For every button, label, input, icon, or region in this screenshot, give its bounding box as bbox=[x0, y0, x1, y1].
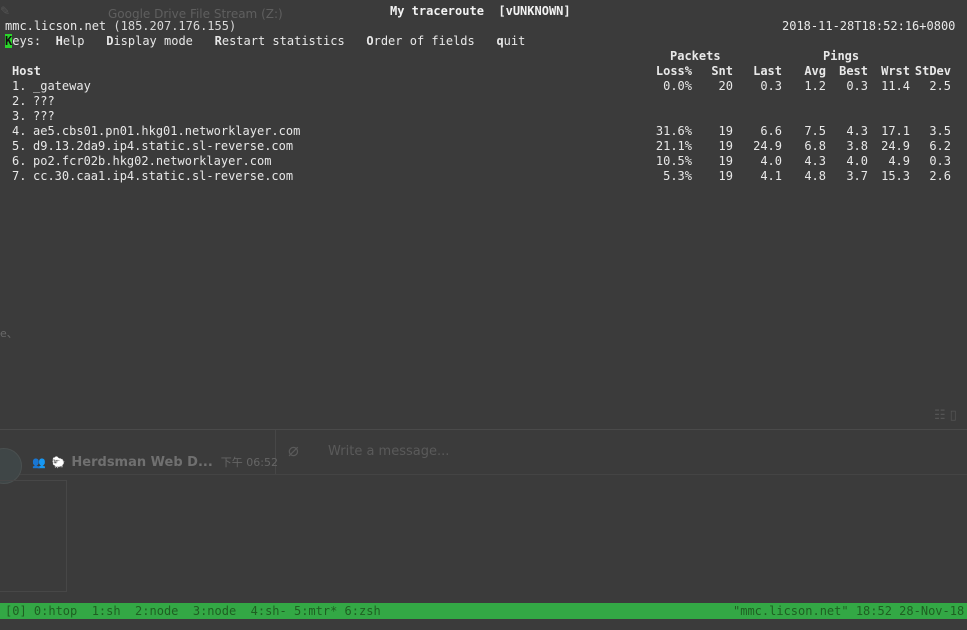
hop-number: 7. bbox=[12, 169, 27, 183]
hop-last: 6.6 bbox=[760, 124, 782, 138]
hop-best: 0.3 bbox=[846, 79, 868, 93]
hop-wrst: 4.9 bbox=[888, 154, 910, 168]
hop-host: _gateway bbox=[33, 79, 91, 93]
hop-snt: 19 bbox=[718, 154, 733, 168]
table-row: 2. ??? bbox=[0, 94, 967, 109]
paperclip-icon: ⌀ bbox=[288, 440, 299, 461]
keys-menu: Keys: Help Display mode Restart statisti… bbox=[5, 34, 525, 49]
hop-best: 4.0 bbox=[846, 154, 868, 168]
col-host: Host bbox=[12, 64, 41, 78]
keys-label: eys: bbox=[12, 34, 42, 48]
hop-loss: 0.0% bbox=[663, 79, 692, 93]
hop-wrst: 11.4 bbox=[881, 79, 910, 93]
background-divider-2 bbox=[0, 474, 967, 475]
menu-order-of-fields[interactable]: Order of fields bbox=[366, 34, 474, 48]
hop-wrst: 17.1 bbox=[881, 124, 910, 138]
hop-host: ae5.cbs01.pn01.hkg01.networklayer.com bbox=[33, 124, 301, 138]
hop-avg: 6.8 bbox=[804, 139, 826, 153]
col-wrst: Wrst bbox=[881, 64, 910, 78]
col-best: Best bbox=[839, 64, 868, 78]
col-stdev: StDev bbox=[914, 64, 951, 78]
hop-number: 6. bbox=[12, 154, 27, 168]
hop-stdev: 6.2 bbox=[929, 139, 951, 153]
menu-display-mode[interactable]: Display mode bbox=[106, 34, 193, 48]
hop-snt: 19 bbox=[718, 139, 733, 153]
message-input-placeholder: Write a message... bbox=[328, 444, 450, 459]
hop-best: 3.7 bbox=[846, 169, 868, 183]
hop-last: 0.3 bbox=[760, 79, 782, 93]
hop-stdev: 2.6 bbox=[929, 169, 951, 183]
hop-number: 3. bbox=[12, 109, 27, 123]
packets-header: Packets bbox=[670, 49, 721, 63]
pings-header: Pings bbox=[823, 49, 860, 63]
hop-loss: 31.6% bbox=[655, 124, 692, 138]
hop-wrst: 15.3 bbox=[881, 169, 910, 183]
table-row: 3. ??? bbox=[0, 109, 967, 124]
hop-number: 1. bbox=[12, 79, 27, 93]
target-host-line: mmc.licson.net (185.207.176.155) bbox=[5, 19, 236, 34]
target-ip: (185.207.176.155) bbox=[113, 19, 237, 33]
hop-best: 3.8 bbox=[846, 139, 868, 153]
col-snt: Snt bbox=[711, 64, 733, 78]
hop-snt: 19 bbox=[718, 124, 733, 138]
hop-stdev: 3.5 bbox=[929, 124, 951, 138]
hop-avg: 4.3 bbox=[804, 154, 826, 168]
hop-avg: 7.5 bbox=[804, 124, 826, 138]
hop-avg: 4.8 bbox=[804, 169, 826, 183]
hop-wrst: 24.9 bbox=[881, 139, 910, 153]
tmux-status-right: "mmc.licson.net" 18:52 28-Nov-18 bbox=[733, 604, 965, 618]
hop-best: 4.3 bbox=[846, 124, 868, 138]
chat-name: Herdsman Web D... bbox=[71, 455, 213, 470]
pin-icon: ✎ bbox=[0, 4, 11, 18]
hop-last: 4.0 bbox=[760, 154, 782, 168]
table-row: 4. ae5.cbs01.pn01.hkg01.networklayer.com… bbox=[0, 124, 967, 139]
terminal-window: ✎ Google Drive File Stream (Z:) e、 ☷▯ 👥 🐑… bbox=[0, 0, 967, 630]
background-panel bbox=[0, 480, 67, 592]
hop-host: ??? bbox=[33, 94, 55, 108]
hop-host: d9.13.2da9.ip4.static.sl-reverse.com bbox=[33, 139, 294, 153]
hop-number: 2. bbox=[12, 94, 27, 108]
hop-loss: 10.5% bbox=[655, 154, 692, 168]
col-loss: Loss% bbox=[655, 64, 692, 78]
hop-loss: 5.3% bbox=[663, 169, 692, 183]
group-icon: 👥 bbox=[32, 456, 46, 469]
target-host: mmc.licson.net bbox=[5, 19, 107, 33]
hop-number: 4. bbox=[12, 124, 27, 138]
background-divider bbox=[0, 429, 967, 430]
hop-snt: 20 bbox=[718, 79, 733, 93]
menu-quit[interactable]: quit bbox=[496, 34, 525, 48]
mtr-title: My traceroute [vUNKNOWN] bbox=[390, 4, 571, 18]
avatar bbox=[0, 448, 22, 484]
hop-last: 4.1 bbox=[760, 169, 782, 183]
menu-help[interactable]: Help bbox=[56, 34, 85, 48]
timestamp: 2018-11-28T18:52:16+0800 bbox=[782, 19, 956, 33]
table-row: 5. d9.13.2da9.ip4.static.sl-reverse.com … bbox=[0, 139, 967, 154]
table-row: 7. cc.30.caa1.ip4.static.sl-reverse.com … bbox=[0, 169, 967, 184]
background-text-fragment: e、 bbox=[0, 327, 18, 340]
hop-snt: 19 bbox=[718, 169, 733, 183]
table-row: 6. po2.fcr02b.hkg02.networklayer.com 10.… bbox=[0, 154, 967, 169]
view-toggle-icons: ☷▯ bbox=[934, 408, 961, 423]
group-header-row: Packets Pings bbox=[0, 49, 967, 64]
hop-avg: 1.2 bbox=[804, 79, 826, 93]
hop-last: 24.9 bbox=[753, 139, 782, 153]
table-row: 1. _gateway 0.0% 20 0.3 1.2 0.3 11.4 2.5 bbox=[0, 79, 967, 94]
tmux-window-list[interactable]: [0] 0:htop 1:sh 2:node 3:node 4:sh- 5:mt… bbox=[5, 604, 381, 619]
col-avg: Avg bbox=[804, 64, 826, 78]
hop-host: cc.30.caa1.ip4.static.sl-reverse.com bbox=[33, 169, 294, 183]
hop-loss: 21.1% bbox=[655, 139, 692, 153]
sheep-icon: 🐑 bbox=[51, 456, 66, 469]
col-last: Last bbox=[753, 64, 782, 78]
chat-time: 下午 06:52 bbox=[220, 456, 278, 469]
hop-stdev: 0.3 bbox=[929, 154, 951, 168]
column-header-row: Host Loss% Snt Last Avg Best Wrst StDev bbox=[0, 64, 967, 79]
background-chat-row: 👥 🐑 Herdsman Web D... 下午 06:52 bbox=[32, 454, 278, 470]
hop-host: ??? bbox=[33, 109, 55, 123]
hop-host: po2.fcr02b.hkg02.networklayer.com bbox=[33, 154, 272, 168]
menu-restart-statistics[interactable]: Restart statistics bbox=[215, 34, 345, 48]
hop-number: 5. bbox=[12, 139, 27, 153]
hop-stdev: 2.5 bbox=[929, 79, 951, 93]
